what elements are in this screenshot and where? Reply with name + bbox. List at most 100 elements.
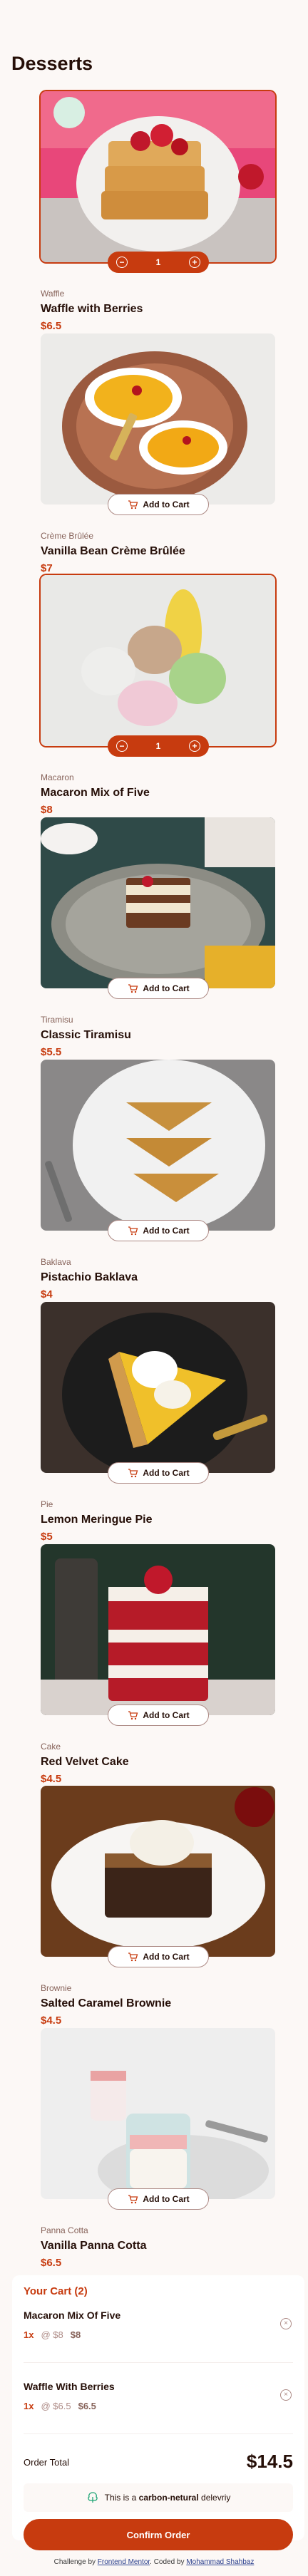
product-image (41, 333, 275, 505)
product-category: Pie (41, 1499, 53, 1509)
cart-item-total: $8 (70, 2329, 81, 2340)
product-card: Add to Cart Brownie Salted Caramel Brown… (41, 1786, 275, 2026)
cart-item-quantity: 1x (24, 2401, 34, 2411)
creme-brulee-image (41, 333, 275, 505)
carbon-neutral-notice: This is a carbon-netural delevriy (24, 2483, 293, 2512)
tiramisu-image (41, 817, 275, 988)
product-card: Add to Cart Baklava Pistachio Baklava $4 (41, 1060, 275, 1300)
page: Desserts − 1 + Waffle Waffle with Berrie… (0, 0, 308, 2576)
product-card: − 1 + Waffle Waffle with Berries $6.5 (41, 91, 275, 331)
add-to-cart-icon (128, 1226, 138, 1236)
product-card: − 1 + Macaron Macaron Mix of Five $8 (41, 575, 275, 815)
product-category: Cake (41, 1742, 61, 1752)
product-image (41, 1544, 275, 1715)
product-card: Add to Cart Cake Red Velvet Cake $4.5 (41, 1544, 275, 1784)
product-image (41, 1302, 275, 1473)
quantity-stepper[interactable]: − 1 + (108, 252, 209, 273)
product-card: Add to Cart Pie Lemon Meringue Pie $5 (41, 1302, 275, 1542)
challenge-prefix: Challenge by (53, 2558, 96, 2566)
product-image (41, 1786, 275, 1957)
cart-panel: Your Cart (2) Macaron Mix Of Five 1x @ $… (12, 2275, 304, 2550)
product-name: Lemon Meringue Pie (41, 1514, 153, 1526)
cart-title: Your Cart (2) (24, 2285, 88, 2297)
waffle-image (41, 91, 275, 262)
macaron-image (41, 575, 275, 746)
pie-image (41, 1302, 275, 1473)
product-name: Macaron Mix of Five (41, 787, 150, 799)
coded-prefix: . Coded by (150, 2558, 185, 2566)
cart-item: Waffle With Berries 1x @ $6.5 $6.5 × (24, 2381, 293, 2434)
page-title: Desserts (11, 53, 93, 74)
add-to-cart-label: Add to Cart (143, 983, 190, 993)
cart-item: Macaron Mix Of Five 1x @ $8 $8 × (24, 2309, 293, 2363)
brownie-image (41, 1786, 275, 1957)
add-to-cart-button[interactable]: Add to Cart (108, 494, 209, 515)
product-category: Brownie (41, 1983, 72, 1993)
cart-item-unit-price: @ $8 (41, 2329, 63, 2340)
product-name: Vanilla Panna Cotta (41, 2240, 147, 2252)
baklava-image (41, 1060, 275, 1231)
product-price: $7 (41, 562, 53, 574)
product-category: Macaron (41, 772, 74, 782)
panna-cotta-image (41, 2028, 275, 2199)
frontend-mentor-link[interactable]: Frontend Mentor (98, 2558, 150, 2566)
product-category: Tiramisu (41, 1015, 73, 1025)
carbon-prefix: This is a (104, 2493, 137, 2503)
decrement-button[interactable]: − (116, 740, 128, 752)
product-price: $4 (41, 1288, 53, 1300)
add-to-cart-button[interactable]: Add to Cart (108, 1946, 209, 1967)
order-total-label: Order Total (24, 2457, 70, 2468)
attribution: Challenge by Frontend Mentor. Coded by M… (0, 2558, 308, 2566)
add-to-cart-icon (128, 1469, 138, 1478)
cart-item-total: $6.5 (78, 2401, 96, 2411)
add-to-cart-icon (128, 984, 138, 993)
decrement-button[interactable]: − (116, 257, 128, 268)
product-name: Waffle with Berries (41, 303, 143, 315)
product-price: $8 (41, 804, 53, 816)
product-price: $4.5 (41, 1773, 62, 1785)
add-to-cart-icon (128, 1952, 138, 1962)
tree-icon (87, 2492, 98, 2503)
cart-item-name: Waffle With Berries (24, 2381, 115, 2392)
product-image (41, 2028, 275, 2199)
product-price: $6.5 (41, 320, 62, 332)
carbon-suffix: delevriy (201, 2493, 231, 2503)
add-to-cart-button[interactable]: Add to Cart (108, 1220, 209, 1241)
product-image (41, 91, 275, 262)
cake-image (41, 1544, 275, 1715)
remove-item-icon[interactable]: × (280, 2318, 292, 2329)
increment-button[interactable]: + (189, 740, 200, 752)
remove-item-icon[interactable]: × (280, 2389, 292, 2401)
carbon-bold: carbon-netural (138, 2493, 199, 2503)
author-link[interactable]: Mohammad Shahbaz (186, 2558, 254, 2566)
add-to-cart-label: Add to Cart (143, 500, 190, 509)
add-to-cart-button[interactable]: Add to Cart (108, 2188, 209, 2210)
quantity-stepper[interactable]: − 1 + (108, 735, 209, 757)
product-category: Baklava (41, 1257, 71, 1267)
confirm-order-button[interactable]: Confirm Order (24, 2519, 293, 2550)
product-name: Red Velvet Cake (41, 1756, 129, 1768)
product-card: Add to Cart Panna Cotta Vanilla Panna Co… (41, 2028, 275, 2268)
product-price: $5 (41, 1531, 53, 1543)
add-to-cart-label: Add to Cart (143, 1226, 190, 1236)
product-name: Pistachio Baklava (41, 1271, 138, 1283)
product-category: Waffle (41, 289, 65, 299)
add-to-cart-button[interactable]: Add to Cart (108, 1705, 209, 1726)
product-name: Classic Tiramisu (41, 1029, 131, 1041)
product-image (41, 1060, 275, 1231)
quantity-value: 1 (155, 257, 161, 267)
cart-item-unit-price: @ $6.5 (41, 2401, 71, 2411)
quantity-value: 1 (155, 741, 161, 751)
add-to-cart-icon (128, 500, 138, 509)
add-to-cart-label: Add to Cart (143, 1952, 190, 1962)
product-category: Crème Brûlée (41, 531, 94, 541)
product-image (41, 817, 275, 988)
add-to-cart-icon (128, 2195, 138, 2204)
product-card: Add to Cart Crème Brûlée Vanilla Bean Cr… (41, 333, 275, 574)
product-category: Panna Cotta (41, 2225, 88, 2235)
product-price: $6.5 (41, 2257, 62, 2269)
add-to-cart-button[interactable]: Add to Cart (108, 978, 209, 999)
add-to-cart-label: Add to Cart (143, 2194, 190, 2204)
add-to-cart-button[interactable]: Add to Cart (108, 1462, 209, 1484)
increment-button[interactable]: + (189, 257, 200, 268)
